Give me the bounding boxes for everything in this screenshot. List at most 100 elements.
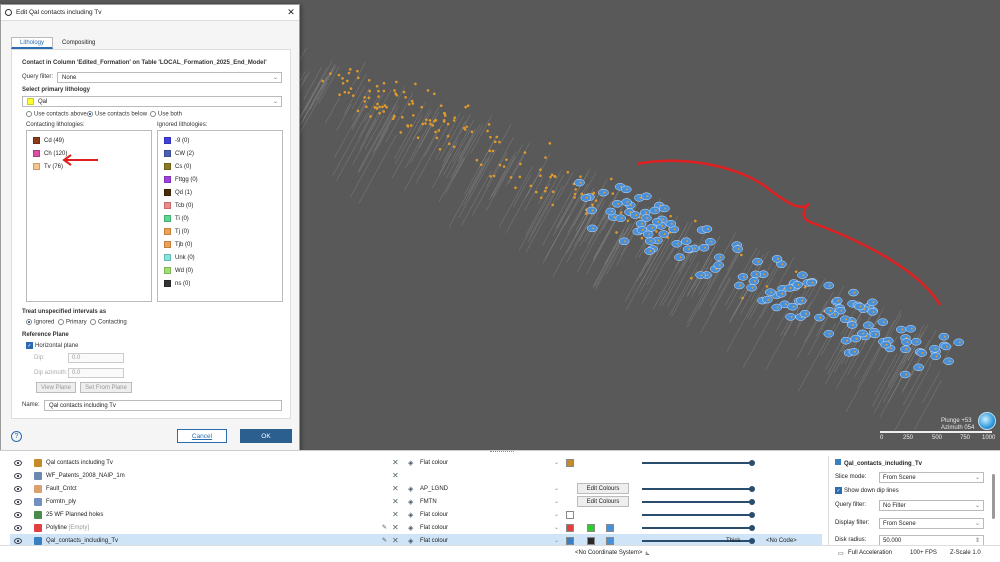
contact-point[interactable] [429, 122, 432, 126]
treat-ignored[interactable]: Ignored [26, 319, 54, 326]
opacity-slider[interactable] [642, 459, 755, 466]
contact-point[interactable] [391, 117, 395, 121]
eye-icon[interactable] [14, 537, 22, 544]
contact-point[interactable] [498, 140, 501, 144]
drillhole-trace[interactable] [592, 229, 611, 262]
drillhole-trace[interactable] [544, 193, 582, 260]
contact-point[interactable] [544, 156, 547, 159]
opacity-slider[interactable] [642, 485, 755, 492]
ignored-item[interactable]: Fttgg (0) [158, 173, 282, 186]
layer-row[interactable]: Polyline [Empty] ✎ ✕ ◈ Flat colour ⌄ [10, 521, 822, 534]
contact-point[interactable] [574, 188, 577, 191]
drillhole-trace[interactable] [418, 111, 440, 149]
drillhole-trace[interactable] [450, 123, 481, 179]
contact-point[interactable] [351, 94, 355, 97]
close-icon[interactable]: ✕ [283, 7, 299, 18]
ignored-item[interactable]: Cs (0) [158, 160, 282, 173]
drillhole-trace[interactable] [394, 114, 423, 165]
contact-point[interactable] [619, 211, 623, 214]
colour-swatch[interactable] [566, 458, 574, 467]
contact-point[interactable] [356, 69, 359, 73]
drillhole-trace[interactable] [372, 105, 399, 154]
contact-point[interactable] [694, 219, 697, 223]
ignored-list[interactable]: -9 (0) CW (2) Cs (0) Fttgg (0) Qd (1) Tcb (0)… [157, 130, 283, 302]
contact-point[interactable] [393, 89, 396, 92]
drillhole-trace[interactable] [304, 60, 333, 111]
contact-point[interactable] [615, 231, 618, 234]
dip-field[interactable]: 0.0 [68, 353, 124, 363]
drillhole-trace[interactable] [669, 262, 699, 316]
contact-point[interactable] [382, 110, 386, 113]
drillhole-trace[interactable] [325, 97, 340, 124]
drillhole-trace[interactable] [729, 261, 763, 323]
drillhole-trace[interactable] [301, 76, 328, 124]
layer-row[interactable]: 25 WF Planned holes ✕ ◈ Flat colour ⌄ [10, 508, 822, 521]
drillhole-trace[interactable] [352, 62, 366, 86]
ignored-item[interactable]: Unk (0) [158, 251, 282, 264]
colour-swatch[interactable] [587, 523, 595, 532]
contact-point[interactable] [338, 93, 341, 96]
contact-point[interactable] [539, 174, 542, 177]
layer-row[interactable]: WF_Patents_2008_NAIP_1m ✕ [10, 469, 822, 482]
contact-point[interactable] [566, 170, 570, 174]
contact-point[interactable] [498, 163, 502, 167]
opacity-slider[interactable] [642, 498, 755, 505]
drillhole-trace[interactable] [303, 67, 322, 100]
colour-swatch[interactable] [606, 523, 614, 532]
drillhole-trace[interactable] [309, 63, 336, 110]
drillhole-trace[interactable] [479, 138, 496, 168]
contact-point[interactable] [553, 175, 557, 179]
drillhole-trace[interactable] [528, 189, 558, 242]
contact-point[interactable] [489, 175, 492, 178]
contact-point[interactable] [377, 95, 380, 98]
contact-point[interactable] [425, 118, 428, 122]
remove-icon[interactable]: ✕ [392, 510, 399, 519]
contact-point[interactable] [488, 149, 492, 153]
contact-point[interactable] [426, 89, 430, 92]
contact-point[interactable] [382, 81, 386, 85]
view-plane-button[interactable]: View Plane [36, 382, 76, 393]
contact-point[interactable] [378, 105, 381, 109]
contact-point[interactable] [329, 72, 332, 75]
contact-point[interactable] [452, 145, 456, 149]
drillhole-trace[interactable] [593, 229, 625, 287]
coord-system-status[interactable]: <No Coordinate System> [575, 550, 642, 556]
contact-point[interactable] [579, 175, 582, 178]
drillhole-trace[interactable] [438, 157, 464, 203]
layer-row[interactable]: Qal contacts including Tv ✕ ◈ Flat colour ⌄ [10, 456, 822, 469]
horizontal-plane-checkbox[interactable]: ✓ Horizontal plane [26, 342, 78, 349]
remove-icon[interactable]: ✕ [392, 484, 399, 493]
contact-point[interactable] [420, 105, 424, 109]
contact-point[interactable] [462, 126, 466, 130]
contact-point[interactable] [502, 165, 506, 168]
splitter-handle[interactable] [490, 451, 514, 453]
drillhole-trace[interactable] [459, 114, 471, 136]
drillhole-trace[interactable] [321, 66, 335, 90]
remove-icon[interactable]: ✕ [392, 471, 399, 480]
eye-icon[interactable] [14, 472, 22, 479]
drillhole-trace[interactable] [653, 252, 685, 310]
contact-point[interactable] [428, 119, 432, 122]
drillhole-trace[interactable] [298, 83, 328, 136]
drillhole-trace[interactable] [379, 89, 392, 111]
contact-point[interactable] [437, 129, 441, 132]
contact-point[interactable] [453, 116, 457, 119]
contact-point[interactable] [475, 158, 479, 162]
ignored-item[interactable]: Tcb (0) [158, 199, 282, 212]
ignored-item[interactable]: ns (0) [158, 277, 282, 290]
contact-point[interactable] [433, 92, 436, 96]
dip-azimuth-field[interactable]: 0.0 [68, 368, 124, 378]
chevron-down-icon[interactable]: ⌄ [554, 485, 559, 492]
contact-point[interactable] [611, 192, 615, 195]
stepper-icon[interactable]: ⇕ [975, 537, 980, 544]
contact-point[interactable] [363, 100, 367, 103]
contact-point[interactable] [349, 87, 353, 90]
drillhole-trace[interactable] [606, 215, 639, 275]
contact-point[interactable] [584, 212, 588, 215]
contact-point[interactable] [552, 190, 555, 194]
drillhole-trace[interactable] [499, 123, 512, 146]
contact-point[interactable] [626, 219, 630, 223]
drillhole-trace[interactable] [579, 191, 619, 261]
contact-point[interactable] [794, 270, 798, 273]
drillhole-trace[interactable] [576, 205, 615, 273]
